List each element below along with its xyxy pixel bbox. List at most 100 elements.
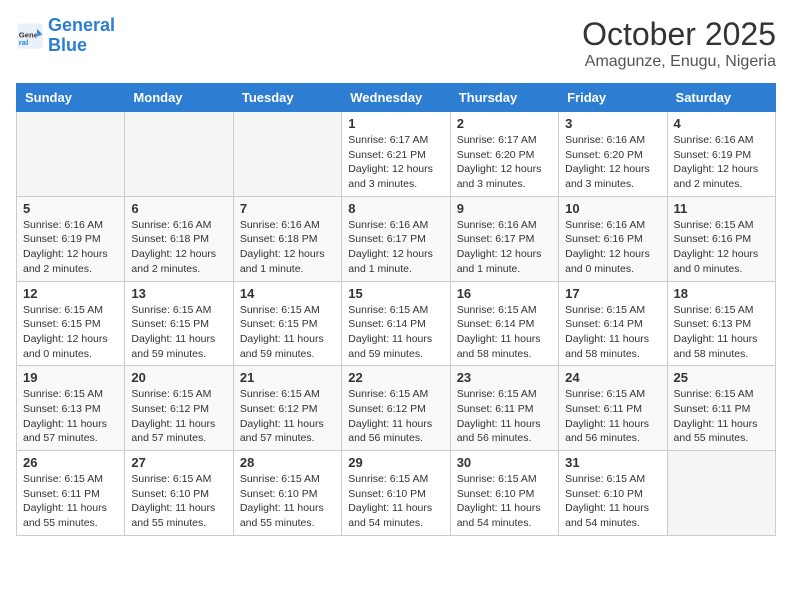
day-info: Sunrise: 6:15 AMSunset: 6:10 PMDaylight:… [240,472,335,531]
day-number: 10 [565,201,660,216]
calendar-cell: 10 Sunrise: 6:16 AMSunset: 6:16 PMDayligh… [559,196,667,281]
day-info: Sunrise: 6:15 AMSunset: 6:11 PMDaylight:… [457,387,552,446]
day-number: 26 [23,455,118,470]
calendar-cell: 17Sunrise: 6:15 AMSunset: 6:14 PMDayligh… [559,281,667,366]
calendar-cell: 24 Sunrise: 6:15 AMSunset: 6:11 PMDayligh… [559,366,667,451]
day-info: Sunrise: 6:15 AMSunset: 6:13 PMDaylight:… [674,303,769,362]
day-number: 25 [674,370,769,385]
month-year-title: October 2025 [582,16,776,53]
calendar-cell: 11Sunrise: 6:15 AMSunset: 6:16 PMDayligh… [667,196,775,281]
calendar-cell: 18 Sunrise: 6:15 AMSunset: 6:13 PMDayligh… [667,281,775,366]
calendar-cell: 12 Sunrise: 6:15 AMSunset: 6:15 PMDayligh… [17,281,125,366]
day-info: Sunrise: 6:16 AMSunset: 6:20 PMDaylight:… [565,133,660,192]
calendar-cell: 21 Sunrise: 6:15 AMSunset: 6:12 PMDayligh… [233,366,341,451]
day-number: 3 [565,116,660,131]
calendar-cell: 14 Sunrise: 6:15 AMSunset: 6:15 PMDayligh… [233,281,341,366]
day-info: Sunrise: 6:16 AMSunset: 6:18 PMDaylight:… [131,218,226,277]
day-number: 6 [131,201,226,216]
page-header: Gene ral General Blue October 2025 Amagu… [16,16,776,71]
calendar-cell: 16 Sunrise: 6:15 AMSunset: 6:14 PMDayligh… [450,281,558,366]
calendar-cell: 5Sunrise: 6:16 AMSunset: 6:19 PMDaylight… [17,196,125,281]
calendar-cell: 6 Sunrise: 6:16 AMSunset: 6:18 PMDaylight… [125,196,233,281]
day-info: Sunrise: 6:16 AMSunset: 6:18 PMDaylight:… [240,218,335,277]
calendar-cell [667,451,775,536]
day-number: 18 [674,286,769,301]
day-number: 16 [457,286,552,301]
day-number: 23 [457,370,552,385]
day-info: Sunrise: 6:15 AMSunset: 6:15 PMDaylight:… [240,303,335,362]
day-info: Sunrise: 6:15 AMSunset: 6:11 PMDaylight:… [23,472,118,531]
day-info: Sunrise: 6:15 AMSunset: 6:14 PMDaylight:… [457,303,552,362]
day-number: 1 [348,116,443,131]
day-info: Sunrise: 6:17 AMSunset: 6:21 PMDaylight:… [348,133,443,192]
calendar-cell: 20 Sunrise: 6:15 AMSunset: 6:12 PMDayligh… [125,366,233,451]
day-info: Sunrise: 6:15 AMSunset: 6:15 PMDaylight:… [131,303,226,362]
calendar-header-row: SundayMondayTuesdayWednesdayThursdayFrid… [17,84,776,112]
day-info: Sunrise: 6:15 AMSunset: 6:11 PMDaylight:… [565,387,660,446]
day-number: 14 [240,286,335,301]
calendar-cell [17,112,125,197]
day-info: Sunrise: 6:15 AMSunset: 6:12 PMDaylight:… [348,387,443,446]
calendar-cell: 27 Sunrise: 6:15 AMSunset: 6:10 PMDayligh… [125,451,233,536]
day-info: Sunrise: 6:15 AMSunset: 6:14 PMDaylight:… [565,303,660,362]
calendar-week-row: 12 Sunrise: 6:15 AMSunset: 6:15 PMDayligh… [17,281,776,366]
calendar-cell: 28 Sunrise: 6:15 AMSunset: 6:10 PMDayligh… [233,451,341,536]
day-number: 4 [674,116,769,131]
day-number: 31 [565,455,660,470]
title-block: October 2025 Amagunze, Enugu, Nigeria [582,16,776,71]
day-number: 19 [23,370,118,385]
calendar-cell: 13 Sunrise: 6:15 AMSunset: 6:15 PMDayligh… [125,281,233,366]
weekday-header-sunday: Sunday [17,84,125,112]
weekday-header-thursday: Thursday [450,84,558,112]
weekday-header-monday: Monday [125,84,233,112]
logo: Gene ral General Blue [16,16,115,56]
location-subtitle: Amagunze, Enugu, Nigeria [582,53,776,71]
calendar-cell: 2Sunrise: 6:17 AMSunset: 6:20 PMDaylight… [450,112,558,197]
day-info: Sunrise: 6:15 AMSunset: 6:10 PMDaylight:… [131,472,226,531]
calendar-cell: 1 Sunrise: 6:17 AMSunset: 6:21 PMDaylight… [342,112,450,197]
calendar-cell: 19 Sunrise: 6:15 AMSunset: 6:13 PMDayligh… [17,366,125,451]
weekday-header-wednesday: Wednesday [342,84,450,112]
day-number: 28 [240,455,335,470]
calendar-week-row: 5Sunrise: 6:16 AMSunset: 6:19 PMDaylight… [17,196,776,281]
day-number: 20 [131,370,226,385]
calendar-cell: 22Sunrise: 6:15 AMSunset: 6:12 PMDayligh… [342,366,450,451]
day-number: 5 [23,201,118,216]
day-info: Sunrise: 6:15 AMSunset: 6:10 PMDaylight:… [348,472,443,531]
day-info: Sunrise: 6:15 AMSunset: 6:12 PMDaylight:… [240,387,335,446]
weekday-header-friday: Friday [559,84,667,112]
day-info: Sunrise: 6:15 AMSunset: 6:12 PMDaylight:… [131,387,226,446]
day-number: 12 [23,286,118,301]
day-info: Sunrise: 6:15 AMSunset: 6:11 PMDaylight:… [674,387,769,446]
day-number: 21 [240,370,335,385]
day-number: 13 [131,286,226,301]
day-info: Sunrise: 6:16 AMSunset: 6:17 PMDaylight:… [348,218,443,277]
calendar-cell: 30Sunrise: 6:15 AMSunset: 6:10 PMDayligh… [450,451,558,536]
day-info: Sunrise: 6:16 AMSunset: 6:16 PMDaylight:… [565,218,660,277]
day-number: 9 [457,201,552,216]
calendar-cell: 7Sunrise: 6:16 AMSunset: 6:18 PMDaylight… [233,196,341,281]
calendar-cell: 23 Sunrise: 6:15 AMSunset: 6:11 PMDayligh… [450,366,558,451]
weekday-header-tuesday: Tuesday [233,84,341,112]
day-info: Sunrise: 6:15 AMSunset: 6:15 PMDaylight:… [23,303,118,362]
calendar-cell: 3 Sunrise: 6:16 AMSunset: 6:20 PMDaylight… [559,112,667,197]
calendar-cell: 29Sunrise: 6:15 AMSunset: 6:10 PMDayligh… [342,451,450,536]
day-number: 11 [674,201,769,216]
logo-text-blue: Blue [48,36,115,56]
day-info: Sunrise: 6:16 AMSunset: 6:19 PMDaylight:… [674,133,769,192]
calendar-cell: 31 Sunrise: 6:15 AMSunset: 6:10 PMDayligh… [559,451,667,536]
calendar-cell: 25 Sunrise: 6:15 AMSunset: 6:11 PMDayligh… [667,366,775,451]
calendar-cell: 26 Sunrise: 6:15 AMSunset: 6:11 PMDayligh… [17,451,125,536]
calendar-cell [233,112,341,197]
day-info: Sunrise: 6:16 AMSunset: 6:17 PMDaylight:… [457,218,552,277]
day-number: 27 [131,455,226,470]
day-info: Sunrise: 6:15 AMSunset: 6:10 PMDaylight:… [565,472,660,531]
calendar-week-row: 26 Sunrise: 6:15 AMSunset: 6:11 PMDayligh… [17,451,776,536]
svg-text:ral: ral [19,38,28,47]
day-info: Sunrise: 6:15 AMSunset: 6:10 PMDaylight:… [457,472,552,531]
calendar-cell: 9 Sunrise: 6:16 AMSunset: 6:17 PMDaylight… [450,196,558,281]
calendar-week-row: 1 Sunrise: 6:17 AMSunset: 6:21 PMDaylight… [17,112,776,197]
day-info: Sunrise: 6:15 AMSunset: 6:13 PMDaylight:… [23,387,118,446]
calendar-cell: 15Sunrise: 6:15 AMSunset: 6:14 PMDayligh… [342,281,450,366]
day-number: 24 [565,370,660,385]
